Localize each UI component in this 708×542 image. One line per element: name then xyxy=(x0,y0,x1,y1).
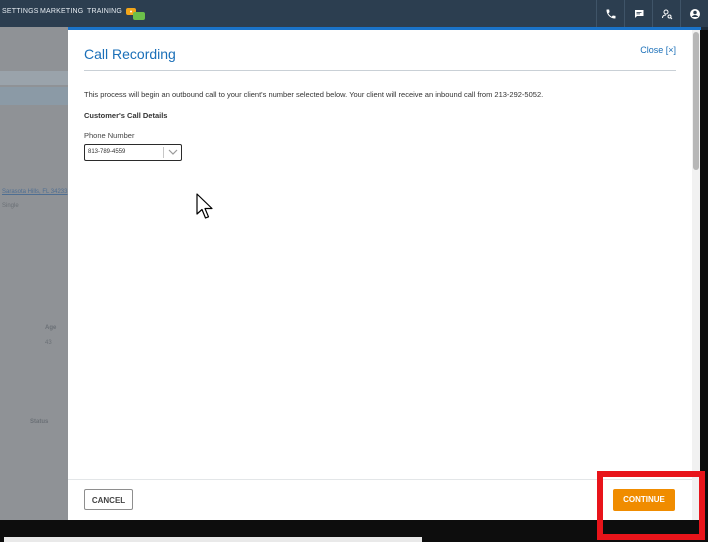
close-button[interactable]: Close [×] xyxy=(640,45,676,55)
modal-scrollbar[interactable] xyxy=(692,30,700,520)
bg-status-label: Status xyxy=(30,419,49,425)
phone-button[interactable] xyxy=(596,0,624,27)
phone-icon xyxy=(606,9,615,18)
bg-address-link: Sarasota Hills, FL 34233 xyxy=(2,189,68,195)
mouse-cursor-icon xyxy=(196,193,213,219)
nav-marketing[interactable]: MARKETING xyxy=(40,8,83,15)
section-heading: Customer's Call Details xyxy=(84,111,168,120)
chat-button[interactable] xyxy=(624,0,652,27)
bottom-bar xyxy=(4,537,422,542)
account-icon xyxy=(689,8,700,19)
nav-training[interactable]: TRAINING xyxy=(87,8,122,15)
phone-number-select[interactable]: 813-789-4559 xyxy=(84,144,182,161)
right-gutter xyxy=(700,30,708,542)
bg-band xyxy=(0,71,68,85)
modal-title: Call Recording xyxy=(84,46,176,62)
bg-status-text: Single xyxy=(2,203,19,209)
bg-age-label: Age xyxy=(45,325,57,331)
scrollbar-thumb[interactable] xyxy=(693,32,699,170)
user-search-icon xyxy=(661,9,672,19)
bg-age-value: 43 xyxy=(45,340,52,346)
chevron-down-icon[interactable] xyxy=(167,146,179,158)
title-divider xyxy=(84,70,676,71)
cancel-button[interactable]: CANCEL xyxy=(84,489,133,510)
phone-number-label: Phone Number xyxy=(84,131,135,140)
chat-icon xyxy=(634,9,643,18)
select-divider xyxy=(163,147,164,158)
top-nav-bar: SETTINGS MARKETING TRAINING xyxy=(0,0,708,27)
intro-text: This process will begin an outbound call… xyxy=(84,90,544,99)
brand-logo-icon[interactable] xyxy=(125,5,147,21)
phone-number-value: 813-789-4559 xyxy=(88,149,126,155)
highlight-box xyxy=(597,471,705,540)
bg-band xyxy=(0,87,68,105)
user-search-button[interactable] xyxy=(652,0,680,27)
nav-settings[interactable]: SETTINGS xyxy=(2,8,39,15)
account-button[interactable] xyxy=(680,0,708,27)
background-page: Sarasota Hills, FL 34233 Single Age 43 S… xyxy=(0,27,68,520)
call-recording-modal: Call Recording Close [×] This process wi… xyxy=(68,30,692,520)
